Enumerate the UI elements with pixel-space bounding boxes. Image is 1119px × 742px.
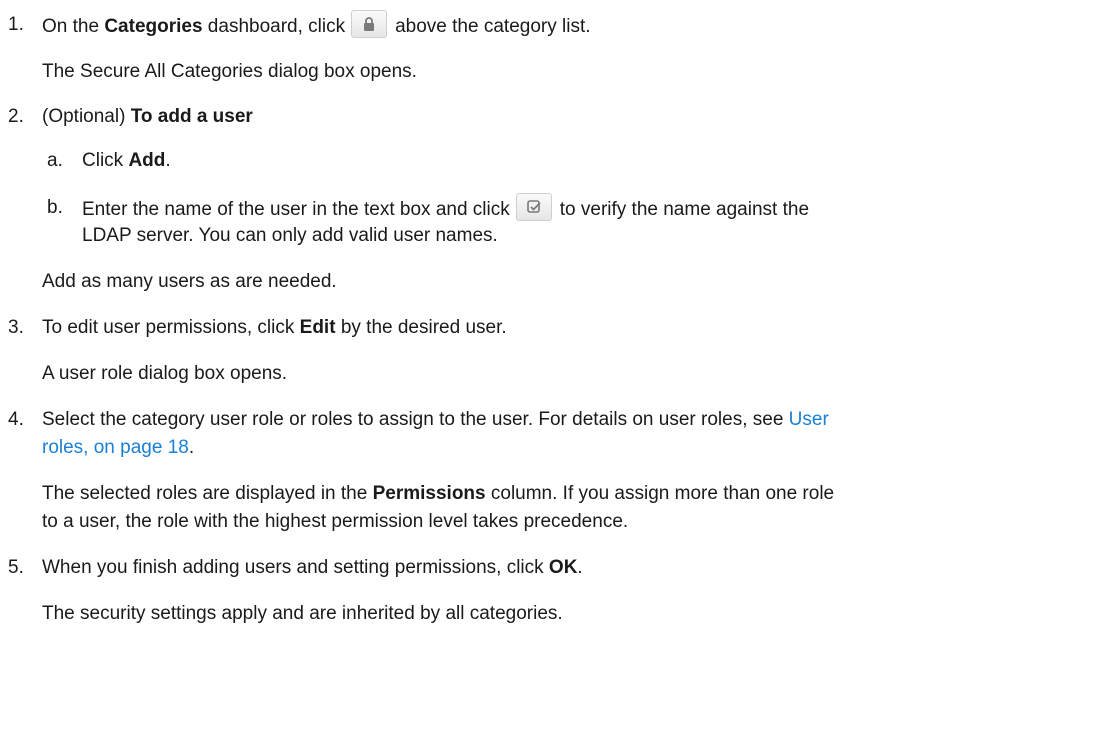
permissions-term: Permissions bbox=[372, 483, 486, 504]
lock-button[interactable] bbox=[351, 10, 388, 38]
step-2-pre: (Optional) bbox=[42, 106, 131, 127]
step-5-result: The security settings apply and are inhe… bbox=[42, 603, 563, 624]
step-3-number: 3. bbox=[8, 317, 24, 338]
step-5-number: 5. bbox=[8, 557, 24, 578]
substep-b-post: to verify the name against the bbox=[559, 199, 810, 221]
add-user-heading: To add a user bbox=[130, 106, 253, 127]
step-4-result-post: column. If you assign more than one role bbox=[485, 483, 835, 504]
help-document: 1. On the Categories dashboard, click abo… bbox=[0, 0, 1119, 742]
lock-icon bbox=[364, 17, 375, 31]
edit-term: Edit bbox=[299, 317, 336, 338]
step-1-mid: dashboard, click bbox=[202, 16, 346, 38]
step-3-result: A user role dialog box opens. bbox=[42, 363, 288, 384]
substep-b-line2: LDAP server. You can only add valid user… bbox=[82, 225, 498, 246]
step-1-text: On the Categories dashboard, click above … bbox=[42, 10, 591, 41]
step-4-result: The selected roles are displayed in the … bbox=[42, 482, 834, 506]
step-5-text: When you finish adding users and setting… bbox=[42, 556, 583, 580]
step-4-number: 4. bbox=[8, 409, 24, 430]
ok-term: OK bbox=[548, 557, 578, 578]
step-1-post: above the category list. bbox=[395, 16, 591, 38]
step-4-pre: Select the category user role or roles t… bbox=[42, 409, 789, 430]
step-4-line2: roles, on page 18. bbox=[42, 436, 194, 460]
add-term: Add bbox=[128, 150, 166, 171]
substep-a-pre: Click bbox=[82, 150, 129, 171]
step-1-pre: On the bbox=[42, 16, 105, 38]
step-2-text: (Optional) To add a user bbox=[42, 105, 253, 129]
step-4-text: Select the category user role or roles t… bbox=[42, 408, 829, 432]
verify-button[interactable] bbox=[515, 193, 552, 221]
user-roles-link-part2[interactable]: roles, on page 18 bbox=[42, 437, 189, 458]
step-4-post: . bbox=[188, 437, 195, 458]
step-5-pre: When you finish adding users and setting… bbox=[42, 557, 549, 578]
user-roles-link-part1[interactable]: User bbox=[789, 409, 829, 430]
step-2-result: Add as many users as are needed. bbox=[42, 271, 337, 292]
step-5-post: . bbox=[577, 557, 583, 578]
step-3-post: by the desired user. bbox=[335, 317, 507, 338]
verify-check-icon bbox=[526, 200, 541, 213]
substep-b-text: Enter the name of the user in the text b… bbox=[82, 193, 810, 224]
substep-a-letter: a. bbox=[47, 150, 63, 171]
step-2-number: 2. bbox=[8, 106, 24, 127]
substep-a-text: Click Add. bbox=[82, 149, 171, 173]
step-4-result-pre: The selected roles are displayed in the bbox=[42, 483, 373, 504]
step-1-result: The Secure All Categories dialog box ope… bbox=[42, 61, 417, 82]
substep-b-pre: Enter the name of the user in the text b… bbox=[82, 199, 510, 221]
step-4-result-line2: to a user, the role with the highest per… bbox=[42, 511, 629, 532]
step-3-pre: To edit user permissions, click bbox=[42, 317, 300, 338]
substep-a-post: . bbox=[165, 150, 171, 171]
substep-b-letter: b. bbox=[47, 197, 63, 218]
step-3-text: To edit user permissions, click Edit by … bbox=[42, 316, 507, 340]
step-1-number: 1. bbox=[8, 14, 24, 35]
categories-term: Categories bbox=[104, 16, 203, 38]
